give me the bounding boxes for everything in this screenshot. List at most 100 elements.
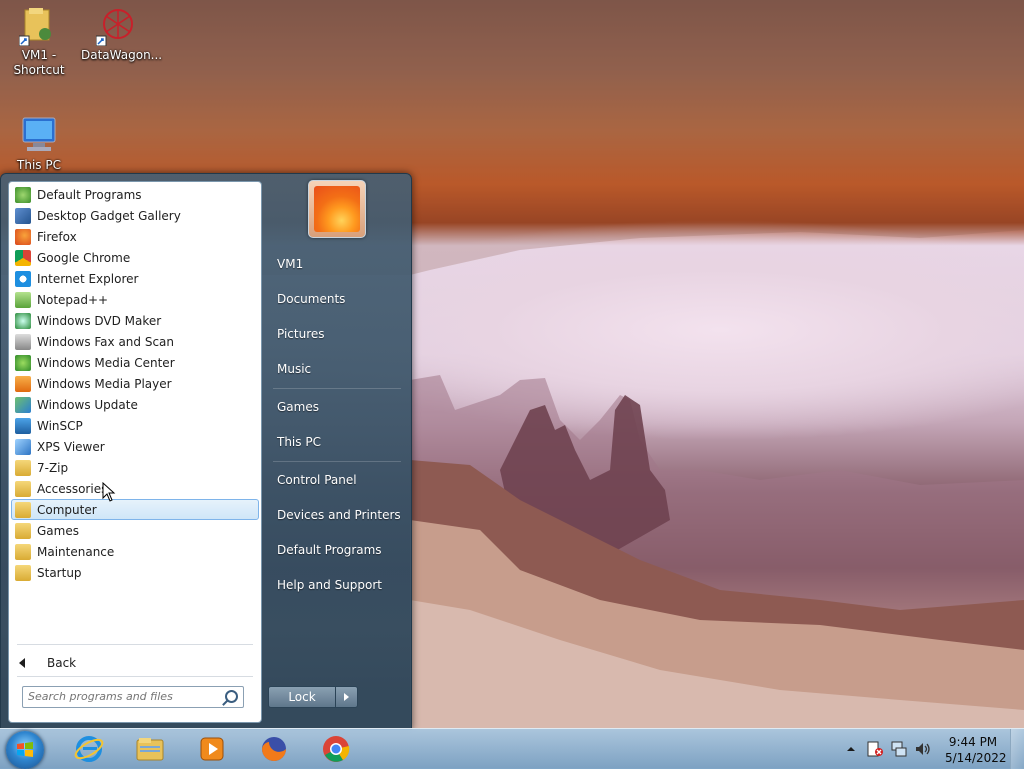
right-item-label: Documents — [277, 292, 346, 306]
program-item[interactable]: Internet Explorer — [11, 268, 259, 289]
right-item-control-panel[interactable]: Control Panel — [267, 465, 405, 495]
program-item[interactable]: Google Chrome — [11, 247, 259, 268]
lock-button[interactable]: Lock — [268, 686, 336, 708]
search-icon[interactable] — [225, 690, 238, 703]
firefox-icon — [15, 228, 31, 245]
right-item-music[interactable]: Music — [267, 354, 405, 384]
winscp-icon — [15, 417, 31, 434]
right-item-pictures[interactable]: Pictures — [267, 319, 405, 349]
lock-label: Lock — [288, 690, 316, 704]
program-label: Firefox — [37, 229, 77, 244]
program-label: Default Programs — [37, 187, 142, 202]
program-item[interactable]: 7-Zip — [11, 457, 259, 478]
dvd-icon — [15, 312, 31, 329]
program-item[interactable]: Startup — [11, 562, 259, 583]
program-label: Internet Explorer — [37, 271, 139, 286]
program-item[interactable]: Windows Update — [11, 394, 259, 415]
desktop-icon-this-pc[interactable]: This PC — [4, 116, 74, 173]
program-item[interactable]: Default Programs — [11, 184, 259, 205]
desktop-icon-datawagon[interactable]: DataWagon... — [81, 6, 162, 63]
user-picture[interactable] — [308, 180, 366, 238]
gadget-icon — [15, 207, 31, 224]
right-item-label: VM1 — [277, 257, 304, 271]
folder-icon — [15, 543, 31, 560]
program-item[interactable]: Games — [11, 520, 259, 541]
program-item[interactable]: Accessories — [11, 478, 259, 499]
program-label: Maintenance — [37, 544, 115, 559]
show-desktop-button[interactable] — [1010, 729, 1024, 769]
desktop-icon-vm1-shortcut[interactable]: VM1 - Shortcut — [4, 6, 74, 78]
program-item[interactable]: Windows Fax and Scan — [11, 331, 259, 352]
search-input[interactable] — [23, 687, 218, 705]
program-item[interactable]: Windows Media Center — [11, 352, 259, 373]
right-item-label: Control Panel — [277, 473, 357, 487]
folder-user-icon — [18, 6, 59, 47]
right-item-this-pc[interactable]: This PC — [267, 427, 405, 457]
program-label: Accessories — [37, 481, 108, 496]
program-label: Games — [37, 523, 79, 538]
program-item[interactable]: Firefox — [11, 226, 259, 247]
folder-icon — [15, 501, 31, 518]
ie-icon[interactable] — [74, 734, 104, 764]
ie-icon — [15, 270, 31, 287]
right-item-help-support[interactable]: Help and Support — [267, 570, 405, 600]
program-item[interactable]: Windows Media Player — [11, 373, 259, 394]
back-button[interactable]: Back — [19, 656, 76, 670]
shutdown-options-arrow-icon[interactable] — [335, 686, 358, 708]
clock-date: 5/14/2022 — [945, 751, 1007, 765]
separator — [17, 676, 253, 677]
desktop-icon-label: DataWagon... — [81, 48, 163, 62]
program-label: Google Chrome — [37, 250, 131, 265]
clock[interactable]: 9:44 PM 5/14/2022 — [945, 734, 1007, 766]
program-label: Windows Fax and Scan — [37, 334, 175, 349]
program-list: Default Programs Desktop Gadget Gallery Fi… — [11, 184, 259, 583]
network-icon[interactable] — [890, 740, 908, 758]
search-box[interactable] — [22, 686, 244, 708]
right-item-label: Default Programs — [277, 543, 382, 557]
program-item[interactable]: Notepad++ — [11, 289, 259, 310]
right-item-label: Pictures — [277, 327, 325, 341]
back-arrow-icon — [19, 658, 25, 668]
xps-icon — [15, 438, 31, 455]
right-item-games[interactable]: Games — [267, 392, 405, 422]
program-label: WinSCP — [37, 418, 83, 433]
program-item[interactable]: Desktop Gadget Gallery — [11, 205, 259, 226]
programs-pane: Default Programs Desktop Gadget Gallery Fi… — [8, 181, 262, 723]
chrome-icon[interactable] — [321, 734, 351, 764]
right-item-label: Music — [277, 362, 312, 376]
chrome-icon — [15, 249, 31, 266]
program-label: Desktop Gadget Gallery — [37, 208, 181, 223]
program-item[interactable]: Computer — [11, 499, 259, 520]
mouse-cursor-icon — [102, 482, 116, 502]
media-center-icon — [15, 354, 31, 371]
clock-time: 9:44 PM — [948, 735, 998, 749]
start-button[interactable] — [6, 731, 44, 769]
program-label: XPS Viewer — [37, 439, 105, 454]
folder-icon — [15, 564, 31, 581]
firefox-icon[interactable] — [259, 734, 289, 764]
start-menu: Default Programs Desktop Gadget Gallery Fi… — [0, 173, 412, 730]
right-item-label: Games — [277, 400, 319, 414]
program-label: 7-Zip — [37, 460, 69, 475]
right-item-devices-printers[interactable]: Devices and Printers — [267, 500, 405, 530]
desktop-icon-label: VM1 - Shortcut — [13, 48, 65, 77]
show-hidden-icons-icon[interactable] — [846, 744, 856, 754]
action-center-icon[interactable] — [866, 740, 884, 758]
program-label: Windows Update — [37, 397, 138, 412]
media-player-icon[interactable] — [197, 734, 227, 764]
right-item-vm1[interactable]: VM1 — [267, 249, 405, 279]
volume-icon[interactable] — [914, 740, 932, 758]
program-item[interactable]: XPS Viewer — [11, 436, 259, 457]
program-item[interactable]: WinSCP — [11, 415, 259, 436]
windows-logo-icon — [17, 742, 33, 757]
flower-icon — [314, 186, 360, 232]
right-item-default-programs[interactable]: Default Programs — [267, 535, 405, 565]
program-label: Startup — [37, 565, 82, 580]
explorer-icon[interactable] — [135, 734, 165, 764]
program-label: Notepad++ — [37, 292, 109, 307]
right-item-label: This PC — [277, 435, 321, 449]
program-item[interactable]: Maintenance — [11, 541, 259, 562]
right-item-label: Devices and Printers — [277, 508, 401, 522]
program-item[interactable]: Windows DVD Maker — [11, 310, 259, 331]
right-item-documents[interactable]: Documents — [267, 284, 405, 314]
